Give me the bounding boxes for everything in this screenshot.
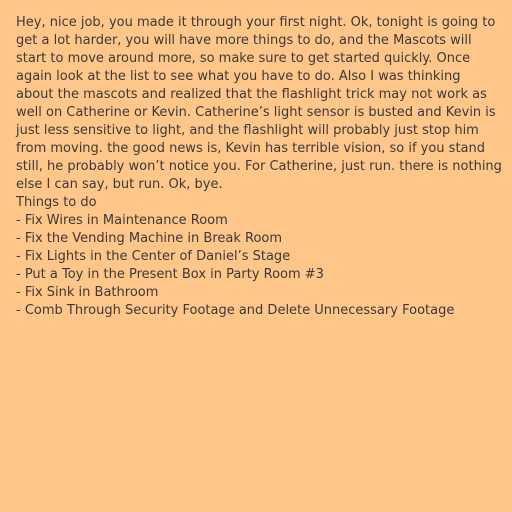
todo-item-put-toy: - Put a Toy in the Present Box in Party … — [16, 267, 324, 282]
todo-item-fix-lights: - Fix Lights in the Center of Daniel’s S… — [16, 249, 291, 264]
todo-item-fix-sink: - Fix Sink in Bathroom — [16, 285, 159, 300]
todo-item-comb-footage: - Comb Through Security Footage and Dele… — [16, 303, 455, 318]
game-screen: Hey, nice job, you made it through your … — [0, 0, 512, 512]
todo-list: - Fix Wires in Maintenance Room - Fix th… — [16, 212, 502, 320]
todo-item-fix-vending-machine: - Fix the Vending Machine in Break Room — [16, 231, 283, 246]
phone-message-text: Hey, nice job, you made it through your … — [16, 15, 502, 192]
todo-item-fix-wires: - Fix Wires in Maintenance Room — [16, 213, 228, 228]
todo-heading: Things to do — [16, 195, 97, 210]
